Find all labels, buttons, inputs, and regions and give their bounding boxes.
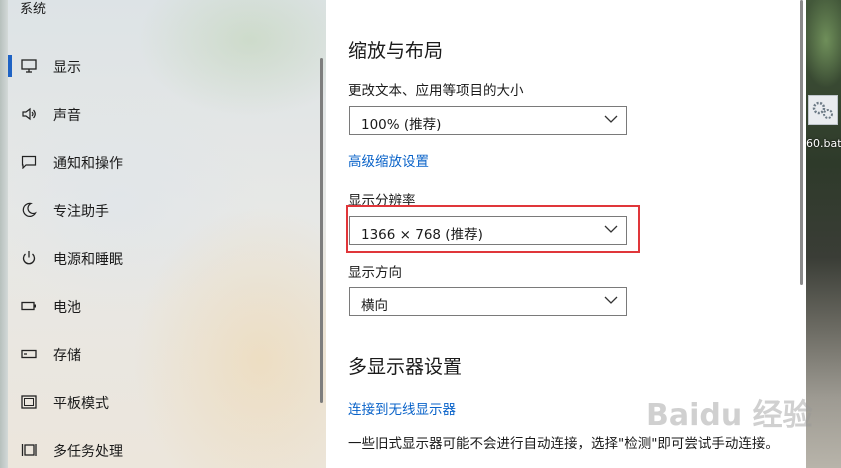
sidebar-item-sound[interactable]: 声音: [8, 96, 308, 132]
nav-heading: 系统: [20, 2, 47, 17]
chevron-down-icon: [604, 115, 618, 123]
gear-icon: [812, 101, 833, 119]
desktop-file-label[interactable]: 60.bat: [806, 137, 841, 150]
multitask-icon: [20, 441, 38, 459]
orientation-label: 显示方向: [348, 265, 402, 281]
advanced-scaling-link[interactable]: 高级缩放设置: [348, 150, 429, 170]
storage-icon: [20, 345, 38, 363]
sidebar-item-storage[interactable]: 存储: [8, 336, 308, 372]
sidebar-item-label: 通知和操作: [53, 156, 123, 172]
nav-edge: [0, 0, 8, 468]
sidebar-item-label: 多任务处理: [53, 444, 123, 460]
power-icon: [20, 249, 38, 267]
message-icon: [20, 153, 38, 171]
sidebar-item-label: 声音: [53, 108, 81, 124]
nav-scrollbar[interactable]: [320, 58, 323, 403]
scale-dropdown[interactable]: 100% (推荐): [349, 106, 627, 135]
sidebar-item-focus-assist[interactable]: 专注助手: [8, 192, 308, 228]
multi-display-title: 多显示器设置: [348, 356, 463, 378]
sidebar-item-label: 电源和睡眠: [53, 252, 123, 268]
sidebar-item-label: 平板模式: [53, 396, 109, 412]
scale-layout-title: 缩放与布局: [348, 40, 444, 62]
highlight-box: [346, 205, 640, 253]
watermark-text: Baidu 经验: [646, 398, 813, 433]
moon-icon: [20, 201, 38, 219]
settings-nav-pane: 系统 显示 声音 通知和操作 专注助手 电源和睡眠 电池 存储 平板模式 多任务…: [0, 0, 326, 468]
scale-label: 更改文本、应用等项目的大小: [348, 83, 524, 99]
speaker-icon: [20, 105, 38, 123]
baidu-watermark: Baidu 经验: [646, 390, 813, 434]
sidebar-item-label: 电池: [53, 300, 81, 316]
sidebar-item-battery[interactable]: 电池: [8, 288, 308, 324]
multi-display-description: 一些旧式显示器可能不会进行自动连接，选择"检测"即可尝试手动连接。: [348, 436, 779, 452]
sidebar-item-tablet-mode[interactable]: 平板模式: [8, 384, 308, 420]
sidebar-item-label: 专注助手: [53, 204, 109, 220]
tablet-icon: [20, 393, 38, 411]
orientation-dropdown[interactable]: 横向: [349, 287, 627, 316]
monitor-icon: [20, 57, 38, 75]
sidebar-item-power-sleep[interactable]: 电源和睡眠: [8, 240, 308, 276]
desktop-file-icon[interactable]: [808, 95, 838, 125]
wireless-display-link[interactable]: 连接到无线显示器: [348, 398, 456, 418]
main-scrollbar[interactable]: [800, 0, 803, 285]
chevron-down-icon: [604, 296, 618, 304]
sidebar-item-display[interactable]: 显示: [8, 48, 308, 84]
sidebar-item-notifications[interactable]: 通知和操作: [8, 144, 308, 180]
battery-icon: [20, 297, 38, 315]
sidebar-item-multitasking[interactable]: 多任务处理: [8, 432, 308, 468]
orientation-dropdown-value: 横向: [361, 298, 388, 314]
scale-dropdown-value: 100% (推荐): [361, 117, 442, 133]
sidebar-item-label: 显示: [53, 60, 81, 76]
sidebar-item-label: 存储: [53, 348, 81, 364]
